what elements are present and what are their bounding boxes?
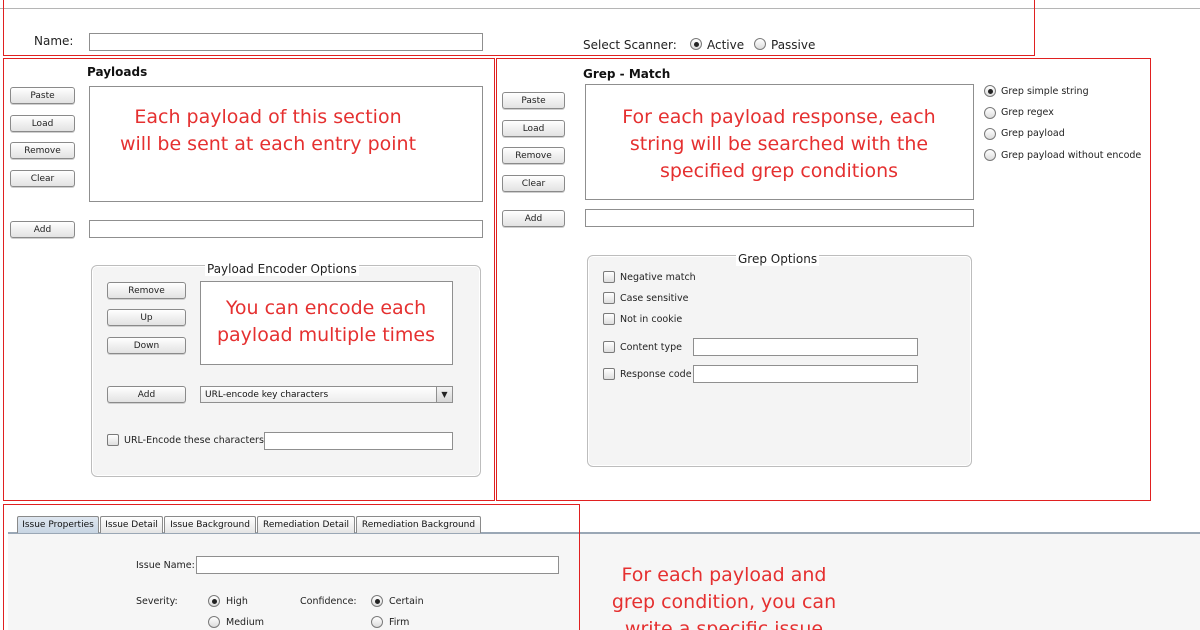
response-code-input[interactable] bbox=[693, 365, 918, 383]
scanner-active-label: Active bbox=[707, 38, 745, 52]
name-label: Name: bbox=[34, 34, 74, 48]
case-sensitive-checkbox[interactable] bbox=[603, 292, 615, 304]
encoder-add-button[interactable]: Add bbox=[107, 386, 186, 403]
encoder-down-button[interactable]: Down bbox=[107, 337, 186, 354]
grep-add-input[interactable] bbox=[585, 209, 974, 227]
scanner-label: Select Scanner: bbox=[583, 38, 677, 52]
confidence-certain-label: Certain bbox=[389, 596, 424, 607]
grep-load-button[interactable]: Load bbox=[502, 120, 565, 137]
payloads-annotation: Each payload of this section will be sen… bbox=[119, 106, 417, 155]
confidence-firm-label: Firm bbox=[389, 617, 410, 628]
scanner-passive-label: Passive bbox=[771, 38, 816, 52]
name-input[interactable] bbox=[89, 33, 483, 51]
response-code-checkbox[interactable] bbox=[603, 368, 615, 380]
response-code-label: Response code bbox=[620, 369, 692, 380]
dropdown-arrow-icon[interactable]: ▼ bbox=[436, 387, 452, 402]
issue-annotation-line-2: grep condition, you can bbox=[611, 591, 837, 613]
not-in-cookie-checkbox[interactable] bbox=[603, 313, 615, 325]
grep-options-title: Grep Options bbox=[736, 252, 820, 266]
grep-add-button[interactable]: Add bbox=[502, 210, 565, 227]
urlencode-label: URL-Encode these characters: bbox=[124, 435, 268, 446]
grep-mode-regex-label: Grep regex bbox=[1001, 107, 1054, 118]
severity-high-radio[interactable] bbox=[208, 595, 220, 607]
issue-annotation-line-3: write a specific issue bbox=[624, 618, 824, 630]
scanner-passive-radio[interactable] bbox=[754, 38, 766, 50]
payloads-remove-button[interactable]: Remove bbox=[10, 142, 75, 159]
confidence-firm-radio[interactable] bbox=[371, 616, 383, 628]
grep-title: Grep - Match bbox=[583, 67, 671, 81]
encoder-annotation: You can encode each payload multiple tim… bbox=[216, 297, 436, 346]
severity-high-label: High bbox=[226, 596, 248, 607]
issue-annotation-line-1: For each payload and bbox=[621, 564, 827, 586]
grep-annotation: For each payload response, each string w… bbox=[622, 106, 936, 182]
severity-label: Severity: bbox=[136, 596, 178, 607]
content-type-label: Content type bbox=[620, 342, 683, 353]
case-sensitive-label: Case sensitive bbox=[620, 293, 689, 304]
payloads-paste-button[interactable]: Paste bbox=[10, 87, 75, 104]
confidence-label: Confidence: bbox=[300, 596, 357, 607]
encoder-options-title: Payload Encoder Options bbox=[205, 262, 359, 276]
not-in-cookie-label: Not in cookie bbox=[620, 314, 683, 325]
payloads-load-button[interactable]: Load bbox=[10, 115, 75, 132]
urlencode-checkbox[interactable] bbox=[107, 434, 119, 446]
grep-mode-simple-radio[interactable] bbox=[984, 85, 996, 97]
content-type-checkbox[interactable] bbox=[603, 341, 615, 353]
encoder-select[interactable]: URL-encode key characters ▼ bbox=[200, 386, 453, 403]
negative-match-checkbox[interactable] bbox=[603, 271, 615, 283]
encoder-up-button[interactable]: Up bbox=[107, 309, 186, 326]
grep-clear-button[interactable]: Clear bbox=[502, 175, 565, 192]
content-type-input[interactable] bbox=[693, 338, 918, 356]
severity-medium-radio[interactable] bbox=[208, 616, 220, 628]
urlencode-input[interactable] bbox=[264, 432, 453, 450]
encoder-remove-button[interactable]: Remove bbox=[107, 282, 186, 299]
payloads-clear-button[interactable]: Clear bbox=[10, 170, 75, 187]
grep-paste-button[interactable]: Paste bbox=[502, 92, 565, 109]
grep-mode-payload-radio[interactable] bbox=[984, 128, 996, 140]
payloads-add-input[interactable] bbox=[89, 220, 483, 238]
grep-mode-simple-label: Grep simple string bbox=[1001, 86, 1089, 97]
scanner-active-radio[interactable] bbox=[690, 38, 702, 50]
issue-name-label: Issue Name: bbox=[136, 560, 195, 571]
grep-mode-payload-noencode-label: Grep payload without encode bbox=[1001, 150, 1142, 161]
severity-medium-label: Medium bbox=[226, 617, 264, 628]
grep-mode-payload-label: Grep payload bbox=[1001, 128, 1065, 139]
grep-mode-payload-noencode-radio[interactable] bbox=[984, 149, 996, 161]
encoder-select-value: URL-encode key characters bbox=[205, 389, 329, 400]
grep-mode-regex-radio[interactable] bbox=[984, 107, 996, 119]
grep-remove-button[interactable]: Remove bbox=[502, 147, 565, 164]
grep-options-group bbox=[587, 255, 972, 467]
issue-name-input[interactable] bbox=[196, 556, 559, 574]
payloads-add-button[interactable]: Add bbox=[10, 221, 75, 238]
negative-match-label: Negative match bbox=[620, 272, 696, 283]
payloads-title: Payloads bbox=[87, 65, 148, 79]
confidence-certain-radio[interactable] bbox=[371, 595, 383, 607]
